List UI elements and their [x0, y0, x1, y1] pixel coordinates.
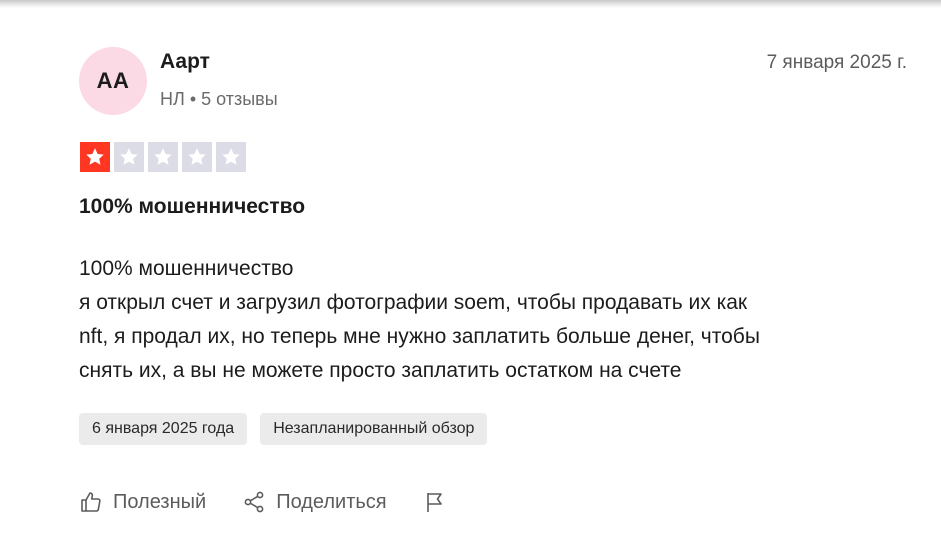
share-icon: [244, 491, 264, 513]
review-body-line: я открыл счет и загрузил фотографии soem…: [79, 291, 748, 314]
star-empty: [148, 142, 178, 172]
thumbs-up-icon: [81, 492, 101, 512]
star-icon: [188, 148, 206, 165]
star-empty: [182, 142, 212, 172]
review-body-line: снять их, а вы не можете просто заплатит…: [79, 359, 682, 382]
review-actions: Полезный Поделиться: [79, 490, 493, 514]
share-label: Поделиться: [276, 490, 387, 513]
star-filled: [80, 142, 110, 172]
review-body-line: nft, я продал их, но теперь мне нужно за…: [79, 325, 760, 348]
report-button[interactable]: [423, 490, 457, 514]
avatar-initials: АА: [96, 68, 130, 93]
reviewer-meta: НЛ • 5 отзывы: [160, 89, 278, 110]
star-icon: [222, 148, 240, 165]
flag-icon: [426, 493, 442, 512]
experience-date-tag: 6 января 2025 года: [79, 413, 248, 445]
review-date: 7 января 2025 г.: [766, 52, 907, 73]
useful-label: Полезный: [113, 490, 207, 513]
useful-button[interactable]: Полезный: [79, 490, 206, 514]
star-empty: [114, 142, 144, 172]
reviewer-review-count: 5 отзывы: [201, 89, 278, 109]
share-button[interactable]: Поделиться: [242, 490, 387, 514]
review-card: АА Аарт НЛ • 5 отзывы 7 января 2025 г. 1…: [0, 0, 941, 541]
star-icon: [86, 148, 104, 165]
avatar[interactable]: АА: [79, 47, 147, 115]
star-icon: [120, 148, 138, 165]
review-body: 100% мошенничество я открыл счет и загру…: [79, 252, 899, 388]
review-type-tag[interactable]: Незапланированный обзор: [260, 413, 488, 445]
review-title[interactable]: 100% мошенничество: [79, 195, 305, 219]
reviewer-name[interactable]: Аарт: [160, 50, 210, 74]
review-tags: 6 января 2025 года Незапланированный обз…: [79, 413, 500, 445]
meta-separator: •: [189, 89, 197, 109]
review-body-line: 100% мошенничество: [79, 257, 294, 280]
reviewer-country: НЛ: [160, 89, 185, 109]
star-empty: [216, 142, 246, 172]
star-rating: [80, 142, 250, 172]
star-icon: [154, 148, 172, 165]
